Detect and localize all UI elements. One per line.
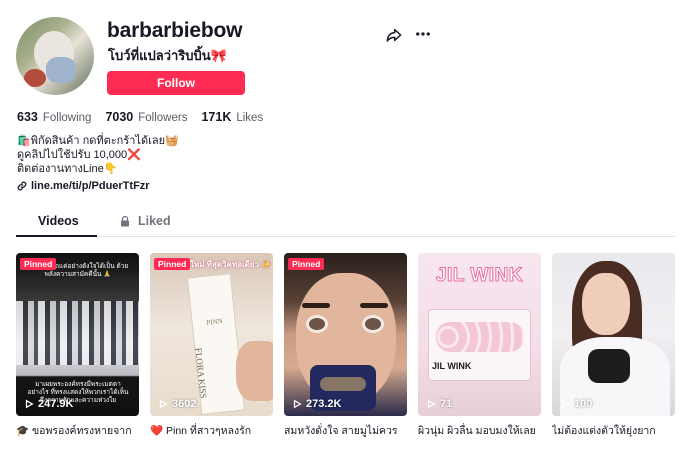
view-count-value: 247.9K xyxy=(38,398,74,410)
follow-button[interactable]: Follow xyxy=(107,71,245,95)
view-count-value: 71 xyxy=(440,398,453,410)
profile-bio: 🛍️พิกัดสินค้า กดที่ตะกร้าได้เลย🧺 ดูคลิปไ… xyxy=(17,134,179,176)
play-icon xyxy=(25,399,34,409)
stat-following[interactable]: 633 Following xyxy=(17,110,91,124)
profile-stats: 633 Following 7030 Followers 171K Likes xyxy=(17,110,277,124)
avatar-art xyxy=(24,69,46,87)
stat-followers-label: Followers xyxy=(138,112,188,124)
share-icon[interactable] xyxy=(386,27,402,43)
tab-liked[interactable]: Liked xyxy=(120,214,171,228)
video-card[interactable]: สิ่งนี้ห้ามรถแค่อย่างดังใจได้เป็น ด้วยพล… xyxy=(16,253,139,439)
profile-tabs: Videos Liked xyxy=(16,210,675,237)
video-card[interactable]: ใหม่ ที่สุดวิคทอเดียว ✨ PINN FLORA KISS … xyxy=(150,253,273,439)
thumbnail-art: PINN FLORA KISS xyxy=(186,273,246,415)
bio-line: ดูคลิปไปใช้ปรับ 10,000❌ xyxy=(17,149,141,161)
video-thumbnail[interactable]: สิ่งนี้ห้ามรถแค่อย่างดังใจได้เป็น ด้วยพล… xyxy=(16,253,139,416)
stat-following-count: 633 xyxy=(17,110,38,124)
thumbnail-overlay-text: JIL WINK xyxy=(435,265,524,287)
view-count: 100 xyxy=(560,398,592,410)
video-caption[interactable]: 🎓 ขอพรองค์ทรงหายจาก xyxy=(16,422,139,439)
thumbnail-art xyxy=(362,315,384,333)
stat-likes-count: 171K xyxy=(201,110,232,124)
view-count: 3602 xyxy=(158,398,196,410)
video-caption[interactable]: สมหวังดั่งใจ สายมูไม่ควร xyxy=(284,422,407,439)
video-thumbnail[interactable]: Pinned 273.2K xyxy=(284,253,407,416)
tab-liked-label: Liked xyxy=(138,214,171,228)
stat-following-label: Following xyxy=(42,112,92,124)
avatar-art xyxy=(46,57,76,83)
bio-link[interactable]: line.me/ti/p/PduerTtFzr xyxy=(17,180,150,192)
pinned-badge: Pinned xyxy=(288,258,325,270)
stat-followers[interactable]: 7030 Followers xyxy=(105,110,187,124)
thumbnail-overlay-text: ใหม่ ที่สุดวิคทอเดียว ✨ xyxy=(190,260,272,269)
product-brand: PINN xyxy=(206,317,224,327)
play-icon xyxy=(159,399,168,409)
video-card[interactable]: Pinned 273.2K สมหวังดั่งใจ สายมูไม่ควร xyxy=(284,253,407,439)
profile-nickname: โบว์ที่แปลว่าริบบิ้น🎀 xyxy=(108,48,227,63)
view-count-value: 273.2K xyxy=(306,398,342,410)
thumbnail-art xyxy=(236,341,273,401)
lock-icon xyxy=(121,215,129,226)
profile-avatar[interactable] xyxy=(16,17,94,95)
view-count: 247.9K xyxy=(24,398,73,410)
play-icon xyxy=(293,399,302,409)
view-count: 71 xyxy=(426,398,452,410)
more-options-icon[interactable] xyxy=(414,25,432,43)
stat-followers-count: 7030 xyxy=(105,110,134,124)
active-tab-indicator xyxy=(16,235,97,237)
thumbnail-art xyxy=(306,315,328,333)
tab-videos[interactable]: Videos xyxy=(38,214,79,228)
thumbnail-art xyxy=(16,301,139,365)
video-thumbnail[interactable]: ใหม่ ที่สุดวิคทอเดียว ✨ PINN FLORA KISS … xyxy=(150,253,273,416)
bio-line: 🛍️พิกัดสินค้า กดที่ตะกร้าได้เลย🧺 xyxy=(17,135,179,147)
view-count: 273.2K xyxy=(292,398,341,410)
video-thumbnail[interactable]: JIL WINK JIL WINK 71 xyxy=(418,253,541,416)
pinned-badge: Pinned xyxy=(154,258,191,270)
thumbnail-art xyxy=(302,303,330,308)
stat-likes-label: Likes xyxy=(236,112,264,124)
stat-likes: 171K Likes xyxy=(201,110,263,124)
product-name: FLORA KISS xyxy=(193,347,209,399)
video-card[interactable]: 100 ไม่ต้องแต่งตัวให้ยุ่งยาก xyxy=(552,253,675,439)
thumbnail-art xyxy=(582,273,630,335)
view-count-value: 3602 xyxy=(172,398,197,410)
bio-link-text: line.me/ti/p/PduerTtFzr xyxy=(31,180,150,192)
bio-line: ติดต่องานทางLine👇 xyxy=(17,163,118,175)
pinned-badge: Pinned xyxy=(20,258,57,270)
video-caption[interactable]: ไม่ต้องแต่งตัวให้ยุ่งยาก xyxy=(552,422,675,439)
video-thumbnail[interactable]: 100 xyxy=(552,253,675,416)
profile-username: barbarbiebow xyxy=(107,19,243,42)
video-caption[interactable]: ผิวนุ่ม ผิวลื่น มอบมงให้เลย xyxy=(418,422,541,439)
product-name: JIL WINK xyxy=(432,361,472,371)
play-icon xyxy=(561,399,570,409)
view-count-value: 100 xyxy=(574,398,593,410)
thumbnail-art xyxy=(360,303,388,308)
play-icon xyxy=(427,399,436,409)
video-caption[interactable]: ❤️ Pinn ที่สาวๆหลงรัก xyxy=(150,422,273,439)
thumbnail-art xyxy=(588,349,630,383)
link-icon xyxy=(17,181,27,191)
video-card[interactable]: JIL WINK JIL WINK 71 ผิวนุ่ม ผิวลื่น มอบ… xyxy=(418,253,541,439)
